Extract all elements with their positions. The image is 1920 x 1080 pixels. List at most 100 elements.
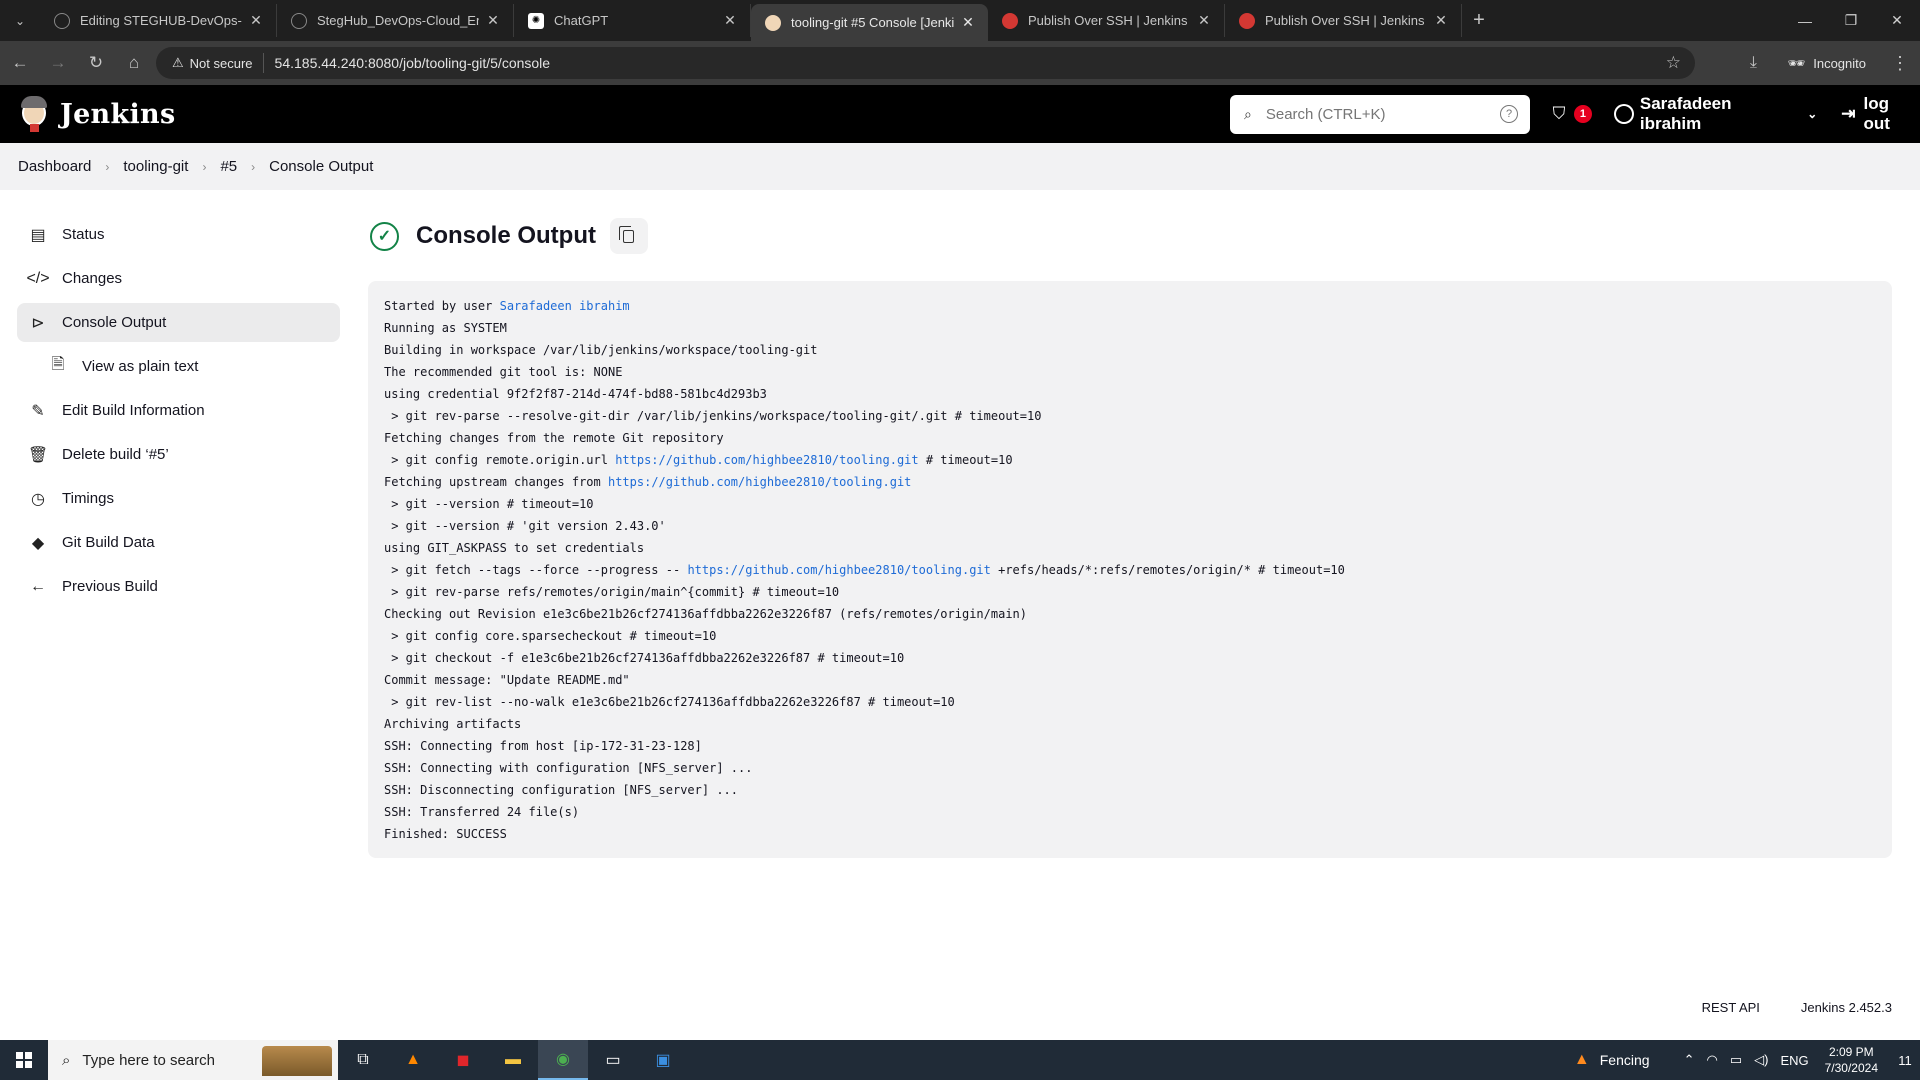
console-text: SSH: Transferred 24 file(s) [384, 805, 580, 819]
sidebar-item-status[interactable]: ▤ Status [17, 215, 340, 254]
file-explorer-icon[interactable]: ▬ [488, 1040, 538, 1080]
search-icon: ⌕ [62, 1051, 71, 1069]
chrome-icon[interactable]: ◉ [538, 1040, 588, 1080]
browser-tab[interactable]: Editing STEGHUB-DevOps-clou ✕ [40, 4, 277, 37]
sidebar-item-delete-build[interactable]: 🗑 Delete build ‘#5’ [17, 435, 340, 474]
breadcrumb-job[interactable]: tooling-git [123, 158, 188, 175]
sidebar: ▤ Status </> Changes ⊳ Console Output 🗎 … [17, 215, 340, 611]
forward-arrow-icon[interactable]: → [40, 45, 76, 81]
close-tab-icon[interactable]: ✕ [485, 12, 501, 29]
browser-tab-active[interactable]: tooling-git #5 Console [Jenkins] ✕ [751, 4, 988, 41]
fencing-icon: ▲ [1573, 1051, 1590, 1068]
console-text: > git checkout -f e1e3c6be21b26cf274136a… [384, 651, 905, 665]
sidebar-item-changes[interactable]: </> Changes [17, 259, 340, 298]
sidebar-item-plain-text[interactable]: 🗎 View as plain text [17, 347, 340, 386]
chatgpt-icon: ✺ [528, 12, 544, 29]
jenkins-favicon-icon [765, 14, 781, 31]
vlc-icon[interactable]: ▲ [388, 1040, 438, 1080]
console-link[interactable]: Sarafadeen ibrahim [500, 299, 630, 313]
breadcrumb-current[interactable]: Console Output [269, 158, 373, 175]
task-view-icon[interactable]: ⧉ [338, 1040, 388, 1080]
url-text[interactable]: 54.185.44.240:8080/job/tooling-git/5/con… [275, 55, 551, 71]
browser-menu-icon[interactable]: ⋮ [1880, 53, 1920, 74]
close-tab-icon[interactable]: ✕ [722, 12, 738, 29]
window-controls: — ❐ ✕ [1782, 0, 1920, 41]
close-tab-icon[interactable]: ✕ [1196, 12, 1212, 29]
console-link[interactable]: https://github.com/highbee2810/tooling.g… [615, 453, 918, 467]
console-line: Archiving artifacts [384, 713, 1876, 735]
close-tab-icon[interactable]: ✕ [960, 14, 976, 31]
incognito-icon: 🕶 [1787, 54, 1806, 71]
search-box[interactable]: ⌕ ? [1230, 95, 1530, 134]
taskbar-search[interactable]: ⌕ Type here to search [48, 1040, 338, 1080]
sidebar-item-edit-build[interactable]: ✎ Edit Build Information [17, 391, 340, 430]
console-link[interactable]: https://github.com/highbee2810/tooling.g… [608, 475, 911, 489]
notification-badge[interactable]: 11 [1890, 1053, 1920, 1068]
sidebar-item-previous-build[interactable]: ← Previous Build [17, 567, 340, 606]
back-arrow-icon[interactable]: ← [2, 45, 38, 81]
system-clock[interactable]: 2:09 PM 7/30/2024 [1825, 1044, 1878, 1076]
browser-tab[interactable]: ✺ ChatGPT ✕ [514, 4, 751, 37]
download-icon[interactable]: ⤓ [1733, 54, 1773, 72]
windows-start-button[interactable] [0, 1040, 48, 1080]
sidebar-item-timings[interactable]: ◷ Timings [17, 479, 340, 518]
tab-title: ChatGPT [554, 13, 609, 28]
weather-widget[interactable]: ▲ Fencing [1574, 1051, 1650, 1069]
incognito-indicator[interactable]: 🕶 Incognito [1773, 55, 1880, 72]
warning-icon: ⚠ [172, 55, 184, 70]
user-menu[interactable]: Sarafadeen ibrahim ⌄ [1613, 94, 1817, 134]
logout-link[interactable]: ⇥ log out [1841, 94, 1920, 134]
browser-tab[interactable]: Publish Over SSH | Jenkins plug ✕ [988, 4, 1225, 37]
security-shield-icon[interactable]: ⛉ [1548, 103, 1570, 125]
console-text: > git rev-parse refs/remotes/origin/main… [384, 585, 840, 599]
jenkins-header: Jenkins ⌕ ? ⛉ 1 Sarafadeen ibrahim ⌄ ⇥ l… [0, 85, 1920, 143]
jenkins-logo[interactable]: Jenkins [18, 96, 175, 132]
terminal-app-icon[interactable]: ▭ [588, 1040, 638, 1080]
volume-icon[interactable]: ◁) [1754, 1052, 1768, 1068]
search-icon: ⌕ [1244, 106, 1252, 122]
help-icon[interactable]: ? [1500, 105, 1518, 123]
remote-desktop-icon[interactable]: ▣ [638, 1040, 688, 1080]
console-text: > git rev-list --no-walk e1e3c6be21b26cf… [384, 695, 955, 709]
acrobat-icon[interactable]: ◼ [438, 1040, 488, 1080]
console-text: > git --version # 'git version 2.43.0' [384, 519, 666, 533]
bookmark-star-icon[interactable]: ☆ [1666, 53, 1681, 73]
console-line: > git fetch --tags --force --progress --… [384, 559, 1876, 581]
jenkins-favicon-icon [1239, 12, 1255, 29]
home-icon[interactable]: ⌂ [116, 45, 152, 81]
restore-icon[interactable]: ❐ [1828, 0, 1874, 41]
console-text: Checking out Revision e1e3c6be21b26cf274… [384, 607, 1027, 621]
jenkins-version-link[interactable]: Jenkins 2.452.3 [1801, 1000, 1892, 1015]
rest-api-link[interactable]: REST API [1702, 1000, 1760, 1015]
browser-tab[interactable]: Publish Over SSH | Jenkins plug ✕ [1225, 4, 1462, 37]
alert-badge[interactable]: 1 [1573, 105, 1592, 123]
search-input[interactable] [1265, 106, 1486, 123]
clock-time: 2:09 PM [1828, 1045, 1874, 1059]
close-tab-icon[interactable]: ✕ [248, 12, 264, 29]
new-tab-button[interactable]: + [1462, 4, 1496, 37]
close-tab-icon[interactable]: ✕ [1433, 12, 1449, 29]
tab-search-icon[interactable]: ⌄ [0, 0, 40, 41]
taskbar-search-placeholder: Type here to search [82, 1051, 215, 1069]
user-icon [1613, 104, 1634, 124]
chevron-up-icon[interactable]: ⌃ [1684, 1052, 1695, 1068]
wifi-icon[interactable]: ◠ [1706, 1052, 1717, 1068]
sidebar-item-git-build-data[interactable]: ◆ Git Build Data [17, 523, 340, 562]
minimize-icon[interactable]: — [1782, 0, 1828, 41]
browser-tab[interactable]: StegHub_DevOps-Cloud_Engin ✕ [277, 4, 514, 37]
reload-icon[interactable]: ↻ [78, 45, 114, 81]
battery-icon[interactable]: ▭ [1730, 1052, 1742, 1068]
windows-logo-icon [16, 1052, 32, 1068]
language-indicator[interactable]: ENG [1780, 1053, 1808, 1068]
security-indicator[interactable]: ⚠ Not secure [168, 53, 264, 73]
console-line: SSH: Connecting from host [ip-172-31-23-… [384, 735, 1876, 757]
breadcrumb: Dashboard › tooling-git › #5 › Console O… [0, 143, 1920, 190]
console-link[interactable]: https://github.com/highbee2810/tooling.g… [687, 563, 990, 577]
console-text: > git fetch --tags --force --progress -- [384, 563, 688, 577]
address-bar[interactable]: ⚠ Not secure 54.185.44.240:8080/job/tool… [156, 47, 1695, 79]
sidebar-item-console-output[interactable]: ⊳ Console Output [17, 303, 340, 342]
copy-button[interactable] [609, 218, 648, 254]
close-window-icon[interactable]: ✕ [1874, 0, 1920, 41]
breadcrumb-dashboard[interactable]: Dashboard [18, 158, 91, 175]
breadcrumb-build[interactable]: #5 [220, 158, 237, 175]
